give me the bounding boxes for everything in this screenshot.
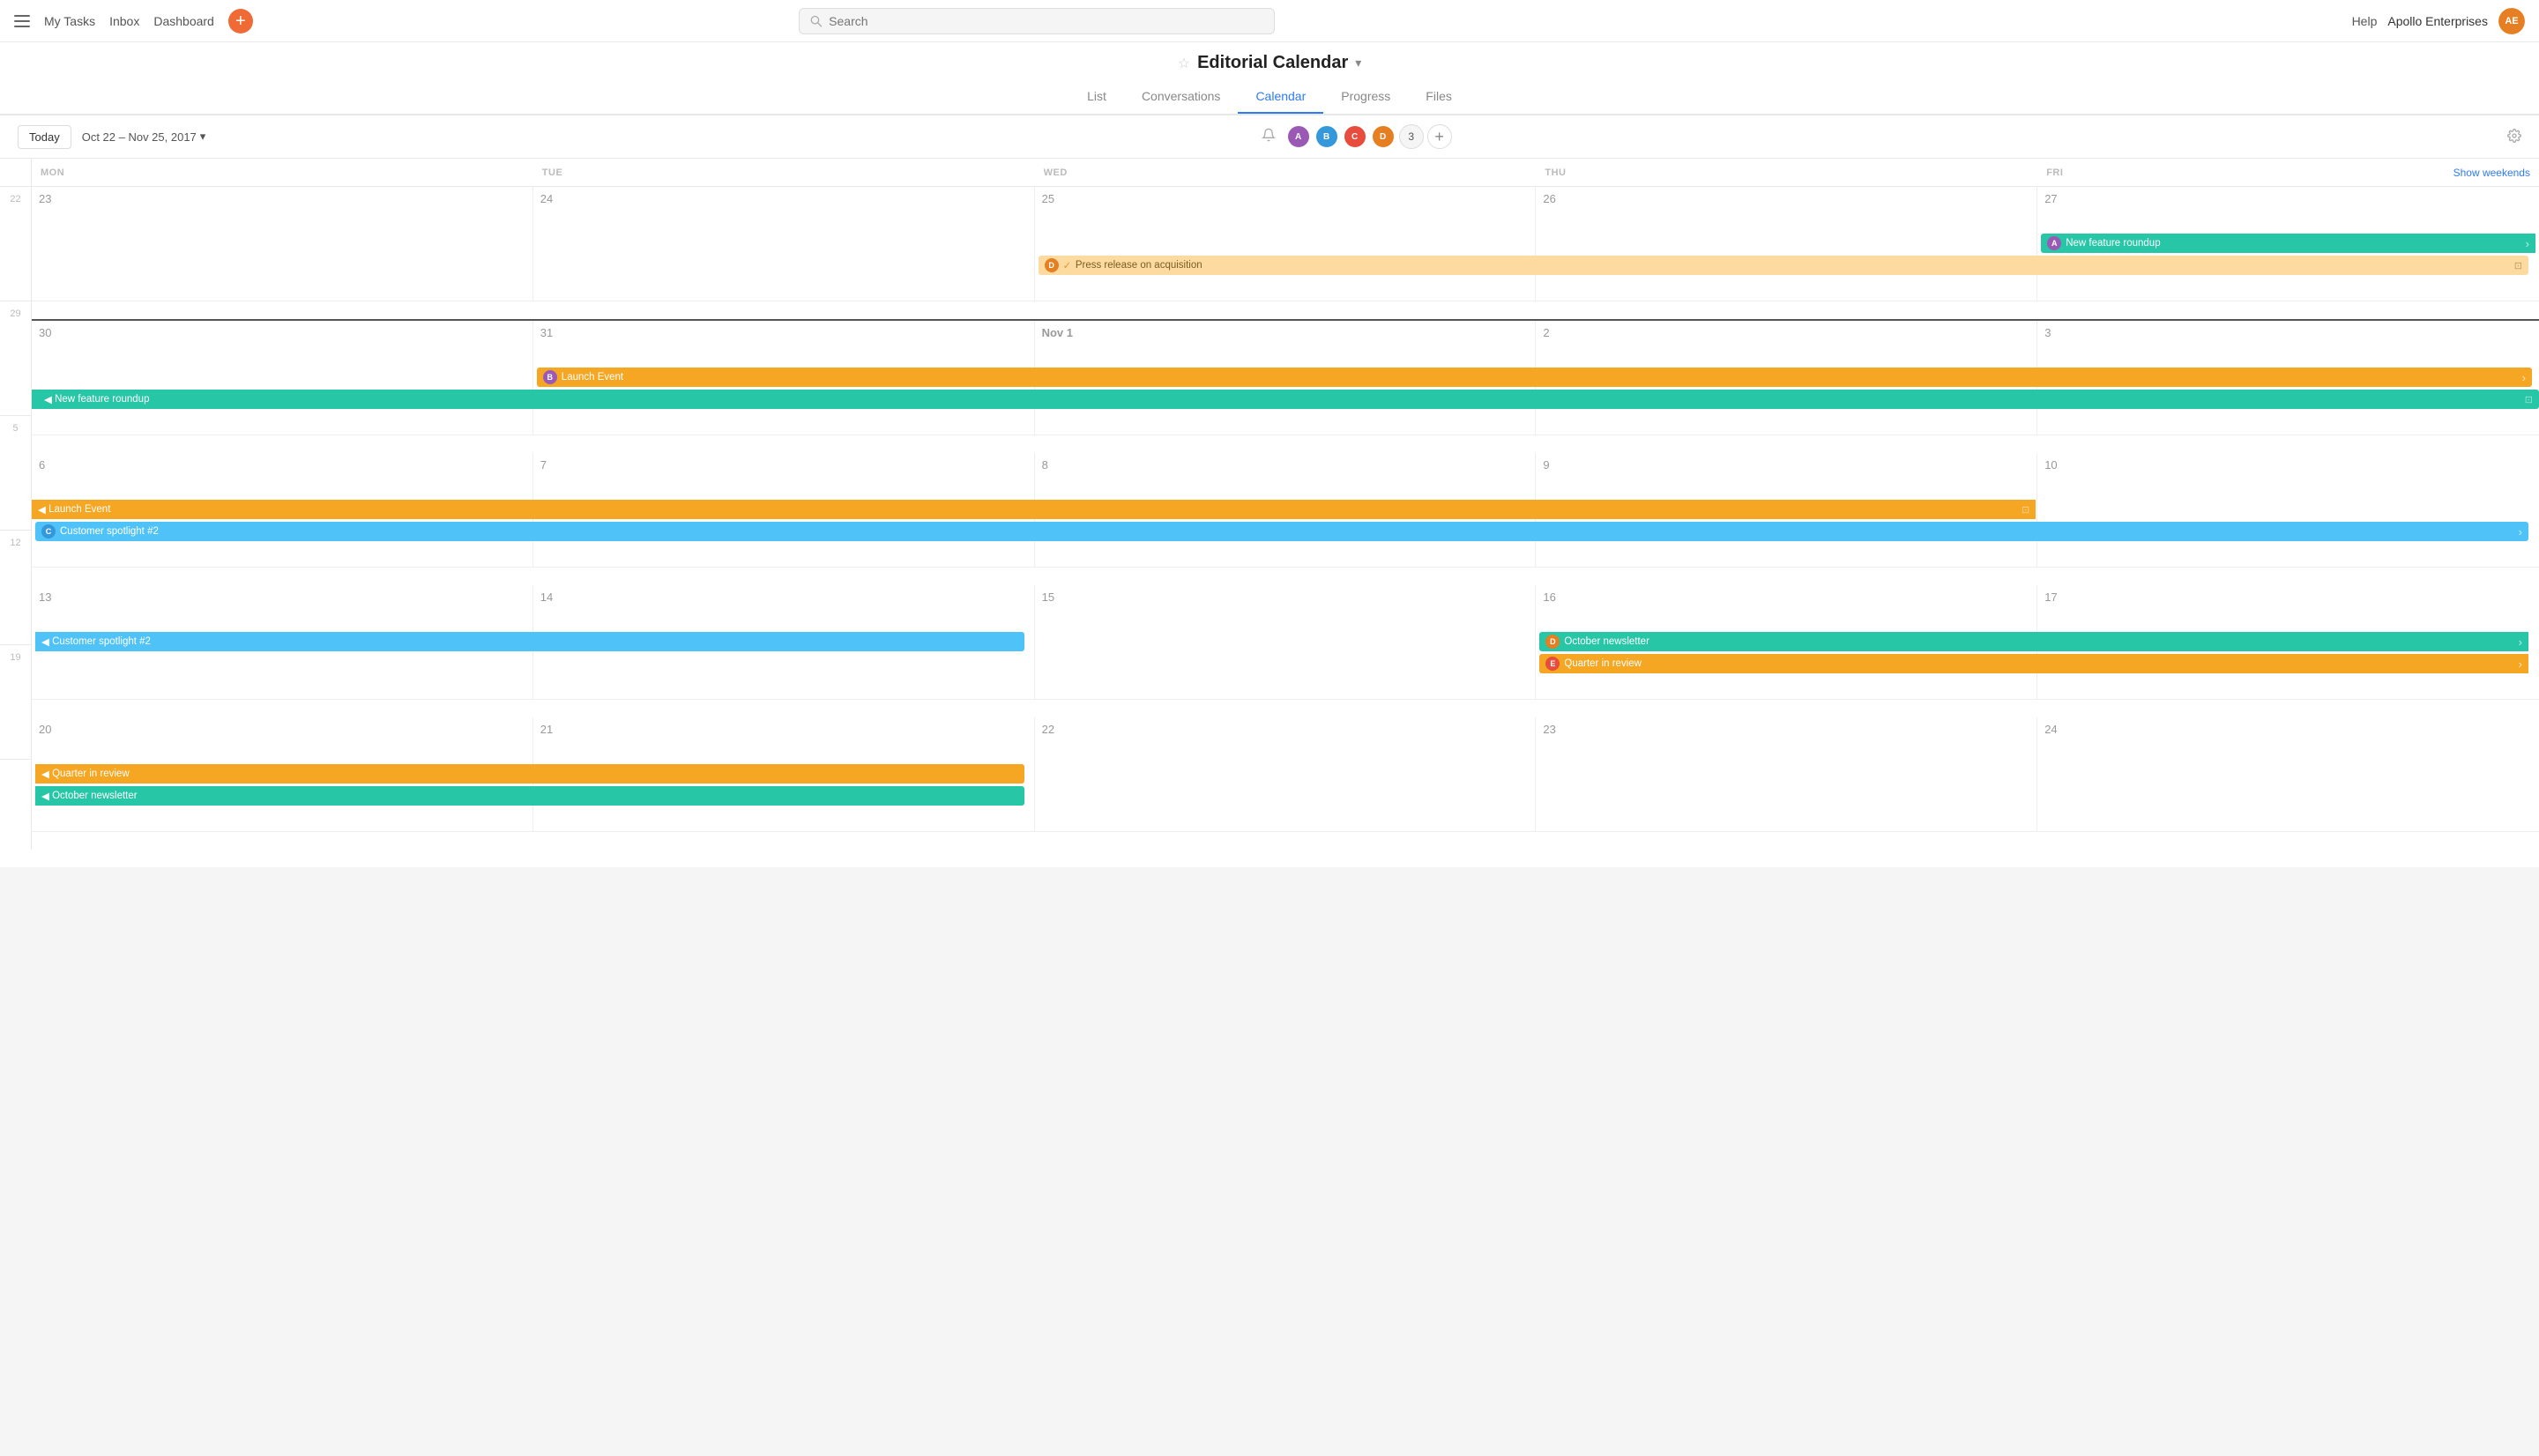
week-band-1: 23 24 25 26 27 A [32, 187, 2539, 319]
day-nov16[interactable]: 16 [1536, 585, 2037, 700]
day-nov8[interactable]: 8 [1035, 453, 1537, 568]
page-title: Editorial Calendar [1197, 53, 1348, 73]
nav-inbox[interactable]: Inbox [109, 14, 139, 28]
title-row: ☆ Editorial Calendar ▾ [1178, 53, 1362, 73]
week-num-19: 19 [0, 645, 31, 760]
search-input[interactable] [829, 14, 1263, 28]
tab-list[interactable]: List [1069, 80, 1124, 114]
col-header-fri: FRI Show weekends [2037, 159, 2539, 186]
col-header-mon: MON [32, 159, 533, 186]
day-oct23[interactable]: 23 [32, 187, 533, 301]
day-nov10[interactable]: 10 [2037, 453, 2539, 568]
star-icon[interactable]: ☆ [1178, 55, 1190, 72]
add-button[interactable]: + [228, 9, 253, 33]
day-oct24[interactable]: 24 [533, 187, 1035, 301]
day-nov1[interactable]: Nov 1 [1035, 321, 1537, 435]
member-count-badge[interactable]: 3 [1399, 124, 1424, 149]
settings-icon[interactable] [2507, 129, 2521, 145]
column-headers: MON TUE WED THU FRI Show weekends [32, 159, 2539, 187]
day-nov7[interactable]: 7 [533, 453, 1035, 568]
week-number-column: 22 29 5 12 19 [0, 159, 32, 850]
date-range-chevron-icon: ▾ [200, 130, 206, 144]
member-avatar-4[interactable]: D [1371, 124, 1396, 149]
bell-icon[interactable] [1262, 128, 1276, 146]
day-nov21[interactable]: 21 [533, 717, 1035, 832]
day-nov22[interactable]: 22 [1035, 717, 1537, 832]
today-button[interactable]: Today [18, 125, 71, 149]
day-nov23[interactable]: 23 [1536, 717, 2037, 832]
help-button[interactable]: Help [2352, 14, 2378, 28]
org-name[interactable]: Apollo Enterprises [2387, 14, 2488, 28]
day-oct25[interactable]: 25 [1035, 187, 1537, 301]
tab-progress[interactable]: Progress [1323, 80, 1408, 114]
tab-calendar[interactable]: Calendar [1238, 80, 1323, 114]
col-header-thu: THU [1536, 159, 2037, 186]
day-nov6[interactable]: 6 [32, 453, 533, 568]
dropdown-chevron-icon[interactable]: ▾ [1355, 56, 1361, 71]
show-weekends-button[interactable]: Show weekends [2453, 167, 2530, 179]
week3-days: 6 7 8 9 10 [32, 453, 2539, 568]
week-band-5: 20 21 22 23 24 ◀ Quarter in review [32, 717, 2539, 850]
calendar-main: MON TUE WED THU FRI Show weekends 23 24 … [32, 159, 2539, 850]
day-nov13[interactable]: 13 [32, 585, 533, 700]
week-band-2: 30 31 Nov 1 2 3 B Launch Event [32, 321, 2539, 453]
day-nov17[interactable]: 17 [2037, 585, 2539, 700]
avatars-row: A B C D 3 + [1262, 124, 1452, 149]
date-range[interactable]: Oct 22 – Nov 25, 2017 ▾ [82, 130, 206, 144]
day-nov24[interactable]: 24 [2037, 717, 2539, 832]
tab-conversations[interactable]: Conversations [1124, 80, 1239, 114]
search-bar[interactable] [799, 8, 1275, 34]
col-header-tue: TUE [533, 159, 1035, 186]
week-num-22: 22 [0, 187, 31, 301]
nav-dashboard[interactable]: Dashboard [153, 14, 214, 28]
member-avatar-1[interactable]: A [1286, 124, 1311, 149]
week1-days: 23 24 25 26 27 [32, 187, 2539, 301]
page-header: ☆ Editorial Calendar ▾ List Conversation… [0, 42, 2539, 115]
week-num-5: 5 [0, 416, 31, 531]
day-nov9[interactable]: 9 [1536, 453, 2037, 568]
today-line [32, 319, 2539, 321]
day-nov15[interactable]: 15 [1035, 585, 1537, 700]
week5-days: 20 21 22 23 24 [32, 717, 2539, 832]
member-avatar-2[interactable]: B [1314, 124, 1339, 149]
day-nov14[interactable]: 14 [533, 585, 1035, 700]
day-nov20[interactable]: 20 [32, 717, 533, 832]
toolbar: Today Oct 22 – Nov 25, 2017 ▾ A B C D 3 … [0, 115, 2539, 159]
nav-left: My Tasks Inbox Dashboard + [14, 9, 253, 33]
search-icon [810, 15, 822, 27]
day-oct31[interactable]: 31 [533, 321, 1035, 435]
day-nov2[interactable]: 2 [1536, 321, 2037, 435]
hamburger-menu[interactable] [14, 15, 30, 27]
member-avatar-3[interactable]: C [1343, 124, 1367, 149]
nav-my-tasks[interactable]: My Tasks [44, 14, 95, 28]
today-num: Nov 1 [1042, 326, 1529, 339]
week-num-29: 29 [0, 301, 31, 416]
tab-files[interactable]: Files [1408, 80, 1470, 114]
top-nav: My Tasks Inbox Dashboard + Help Apollo E… [0, 0, 2539, 42]
week4-days: 13 14 15 16 17 [32, 585, 2539, 700]
page-tabs: List Conversations Calendar Progress Fil… [1069, 80, 1470, 114]
day-oct30[interactable]: 30 [32, 321, 533, 435]
week2-days: 30 31 Nov 1 2 3 [32, 321, 2539, 435]
day-nov3[interactable]: 3 [2037, 321, 2539, 435]
day-oct26[interactable]: 26 [1536, 187, 2037, 301]
calendar: 22 29 5 12 19 MON TUE WED THU FRI Show w… [0, 159, 2539, 867]
user-avatar[interactable]: AE [2498, 8, 2525, 34]
add-member-button[interactable]: + [1427, 124, 1452, 149]
col-header-wed: WED [1035, 159, 1537, 186]
week-band-3: 6 7 8 9 10 ◀ Launch Event ⊡ [32, 453, 2539, 585]
day-oct27[interactable]: 27 [2037, 187, 2539, 301]
week-band-4: 13 14 15 16 17 ◀ Customer spotlight #2 [32, 585, 2539, 717]
nav-right: Help Apollo Enterprises AE [2352, 8, 2525, 34]
week-num-12: 12 [0, 531, 31, 645]
